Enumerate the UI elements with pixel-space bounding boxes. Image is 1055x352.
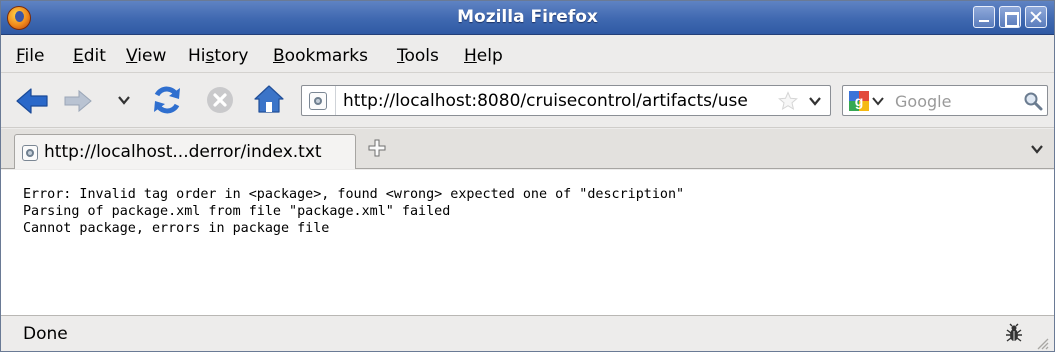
tab-strip: http://localhost...derror/index.txt: [1, 129, 1054, 169]
menu-file[interactable]: File: [16, 46, 44, 66]
menu-view[interactable]: View: [126, 46, 166, 66]
error-line-1: Error: Invalid tag order in <package>, f…: [23, 187, 685, 202]
forward-icon[interactable]: [63, 88, 93, 114]
svg-text:g: g: [855, 93, 864, 109]
search-engine-dropdown-icon[interactable]: [872, 95, 884, 107]
search-bar[interactable]: g: [842, 85, 1048, 116]
url-dropdown-icon[interactable]: [808, 94, 822, 108]
status-bar: Done: [1, 315, 1054, 351]
site-identity-icon[interactable]: [309, 92, 327, 110]
error-line-3: Cannot package, errors in package file: [23, 221, 330, 236]
window-title: Mozilla Firefox: [457, 7, 598, 27]
browser-window: Mozilla Firefox File Edit View History B…: [0, 0, 1055, 352]
close-icon[interactable]: [1025, 6, 1047, 28]
new-tab-icon[interactable]: [368, 139, 386, 157]
menu-tools[interactable]: Tools: [397, 46, 439, 66]
stop-icon[interactable]: [206, 86, 234, 114]
search-input[interactable]: [895, 89, 1015, 113]
search-engine-icon[interactable]: g: [848, 90, 870, 112]
url-bar[interactable]: [301, 85, 831, 116]
tab-active[interactable]: http://localhost...derror/index.txt: [14, 134, 356, 169]
error-line-2: Parsing of package.xml from file "packag…: [23, 204, 451, 219]
menu-bar: File Edit View History Bookmarks Tools H…: [1, 36, 1054, 73]
menu-bookmarks[interactable]: Bookmarks: [273, 46, 368, 66]
bug-icon[interactable]: [1003, 323, 1025, 345]
title-bar[interactable]: Mozilla Firefox: [1, 1, 1054, 35]
maximize-icon[interactable]: [999, 6, 1021, 28]
error-text: Error: Invalid tag order in <package>, f…: [23, 186, 684, 237]
search-go-icon[interactable]: [1023, 91, 1043, 111]
tab-list-dropdown-icon[interactable]: [1030, 142, 1044, 156]
menu-history[interactable]: History: [188, 46, 249, 66]
resize-grip-icon[interactable]: [1035, 336, 1049, 350]
reload-icon[interactable]: [151, 84, 183, 116]
menu-help[interactable]: Help: [464, 46, 503, 66]
url-input[interactable]: [343, 88, 776, 113]
status-text: Done: [23, 324, 68, 344]
back-icon[interactable]: [15, 86, 49, 116]
url-separator: [335, 86, 336, 115]
history-dropdown-icon[interactable]: [117, 93, 131, 107]
bookmark-star-icon[interactable]: [778, 91, 798, 111]
home-icon[interactable]: [253, 84, 285, 114]
tab-label: http://localhost...derror/index.txt: [44, 142, 322, 162]
page-icon: [22, 145, 38, 161]
page-content: Error: Invalid tag order in <package>, f…: [1, 170, 1054, 315]
navigation-toolbar: g: [1, 74, 1054, 128]
minimize-icon[interactable]: [973, 6, 995, 28]
menu-edit[interactable]: Edit: [73, 46, 106, 66]
